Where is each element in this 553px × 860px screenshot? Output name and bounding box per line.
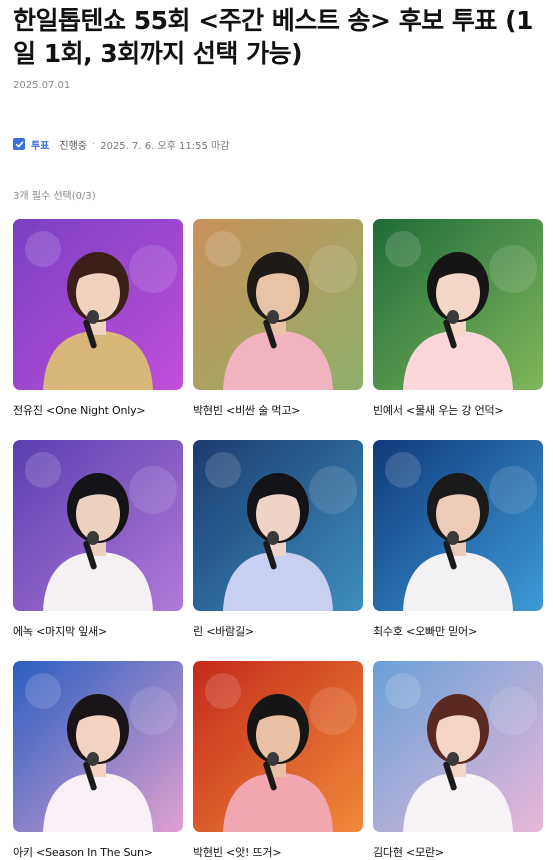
candidate-photo[interactable]: [193, 440, 363, 611]
deadline-text: 2025. 7. 6. 오후 11:55 마감: [100, 140, 230, 152]
candidate-card[interactable]: 박현빈 <앗! 뜨거>: [193, 661, 363, 860]
candidate-card[interactable]: 최수호 <오빠만 믿어>: [373, 440, 543, 639]
status-text: 진행중: [59, 140, 88, 152]
required-selection-note: 3개 필수 선택(0/3): [13, 191, 96, 202]
candidate-photo[interactable]: [373, 219, 543, 390]
candidate-label: 아키 <Season In The Sun>: [13, 846, 153, 859]
poll-status-row: 투표 진행중 · 2025. 7. 6. 오후 11:55 마감: [13, 137, 230, 152]
candidate-card[interactable]: 린 <바람길>: [193, 440, 363, 639]
candidate-card[interactable]: 에녹 <마지막 잎새>: [13, 440, 183, 639]
candidate-card[interactable]: 빈예서 <물새 우는 강 언덕>: [373, 219, 543, 418]
candidate-photo[interactable]: [13, 440, 183, 611]
candidate-label: 김다현 <모란>: [373, 846, 444, 859]
candidate-photo[interactable]: [193, 661, 363, 832]
candidate-photo[interactable]: [13, 219, 183, 390]
separator-dot: ·: [92, 138, 96, 150]
candidate-label: 박현빈 <앗! 뜨거>: [193, 846, 282, 859]
poll-date: 2025.07.01: [13, 80, 71, 91]
poll-title: 한일톱텐쇼 55회 <주간 베스트 송> 후보 투표 (1일 1회, 3회까지 …: [13, 6, 533, 68]
candidate-card[interactable]: 전유진 <One Night Only>: [13, 219, 183, 418]
candidate-card[interactable]: 아키 <Season In The Sun>: [13, 661, 183, 860]
candidate-photo[interactable]: [13, 661, 183, 832]
candidate-label: 박현빈 <비싼 술 먹고>: [193, 404, 301, 417]
candidate-photo[interactable]: [373, 661, 543, 832]
candidate-label: 에녹 <마지막 잎새>: [13, 625, 108, 638]
candidate-photo[interactable]: [373, 440, 543, 611]
candidate-card[interactable]: 김다현 <모란>: [373, 661, 543, 860]
candidate-label: 최수호 <오빠만 믿어>: [373, 625, 477, 638]
candidate-card[interactable]: 박현빈 <비싼 술 먹고>: [193, 219, 363, 418]
vote-tag: 투표: [31, 140, 50, 152]
checkbox-icon: [13, 138, 25, 150]
candidate-photo[interactable]: [193, 219, 363, 390]
candidate-label: 빈예서 <물새 우는 강 언덕>: [373, 404, 504, 417]
candidate-label: 린 <바람길>: [193, 625, 255, 638]
candidate-label: 전유진 <One Night Only>: [13, 404, 146, 417]
